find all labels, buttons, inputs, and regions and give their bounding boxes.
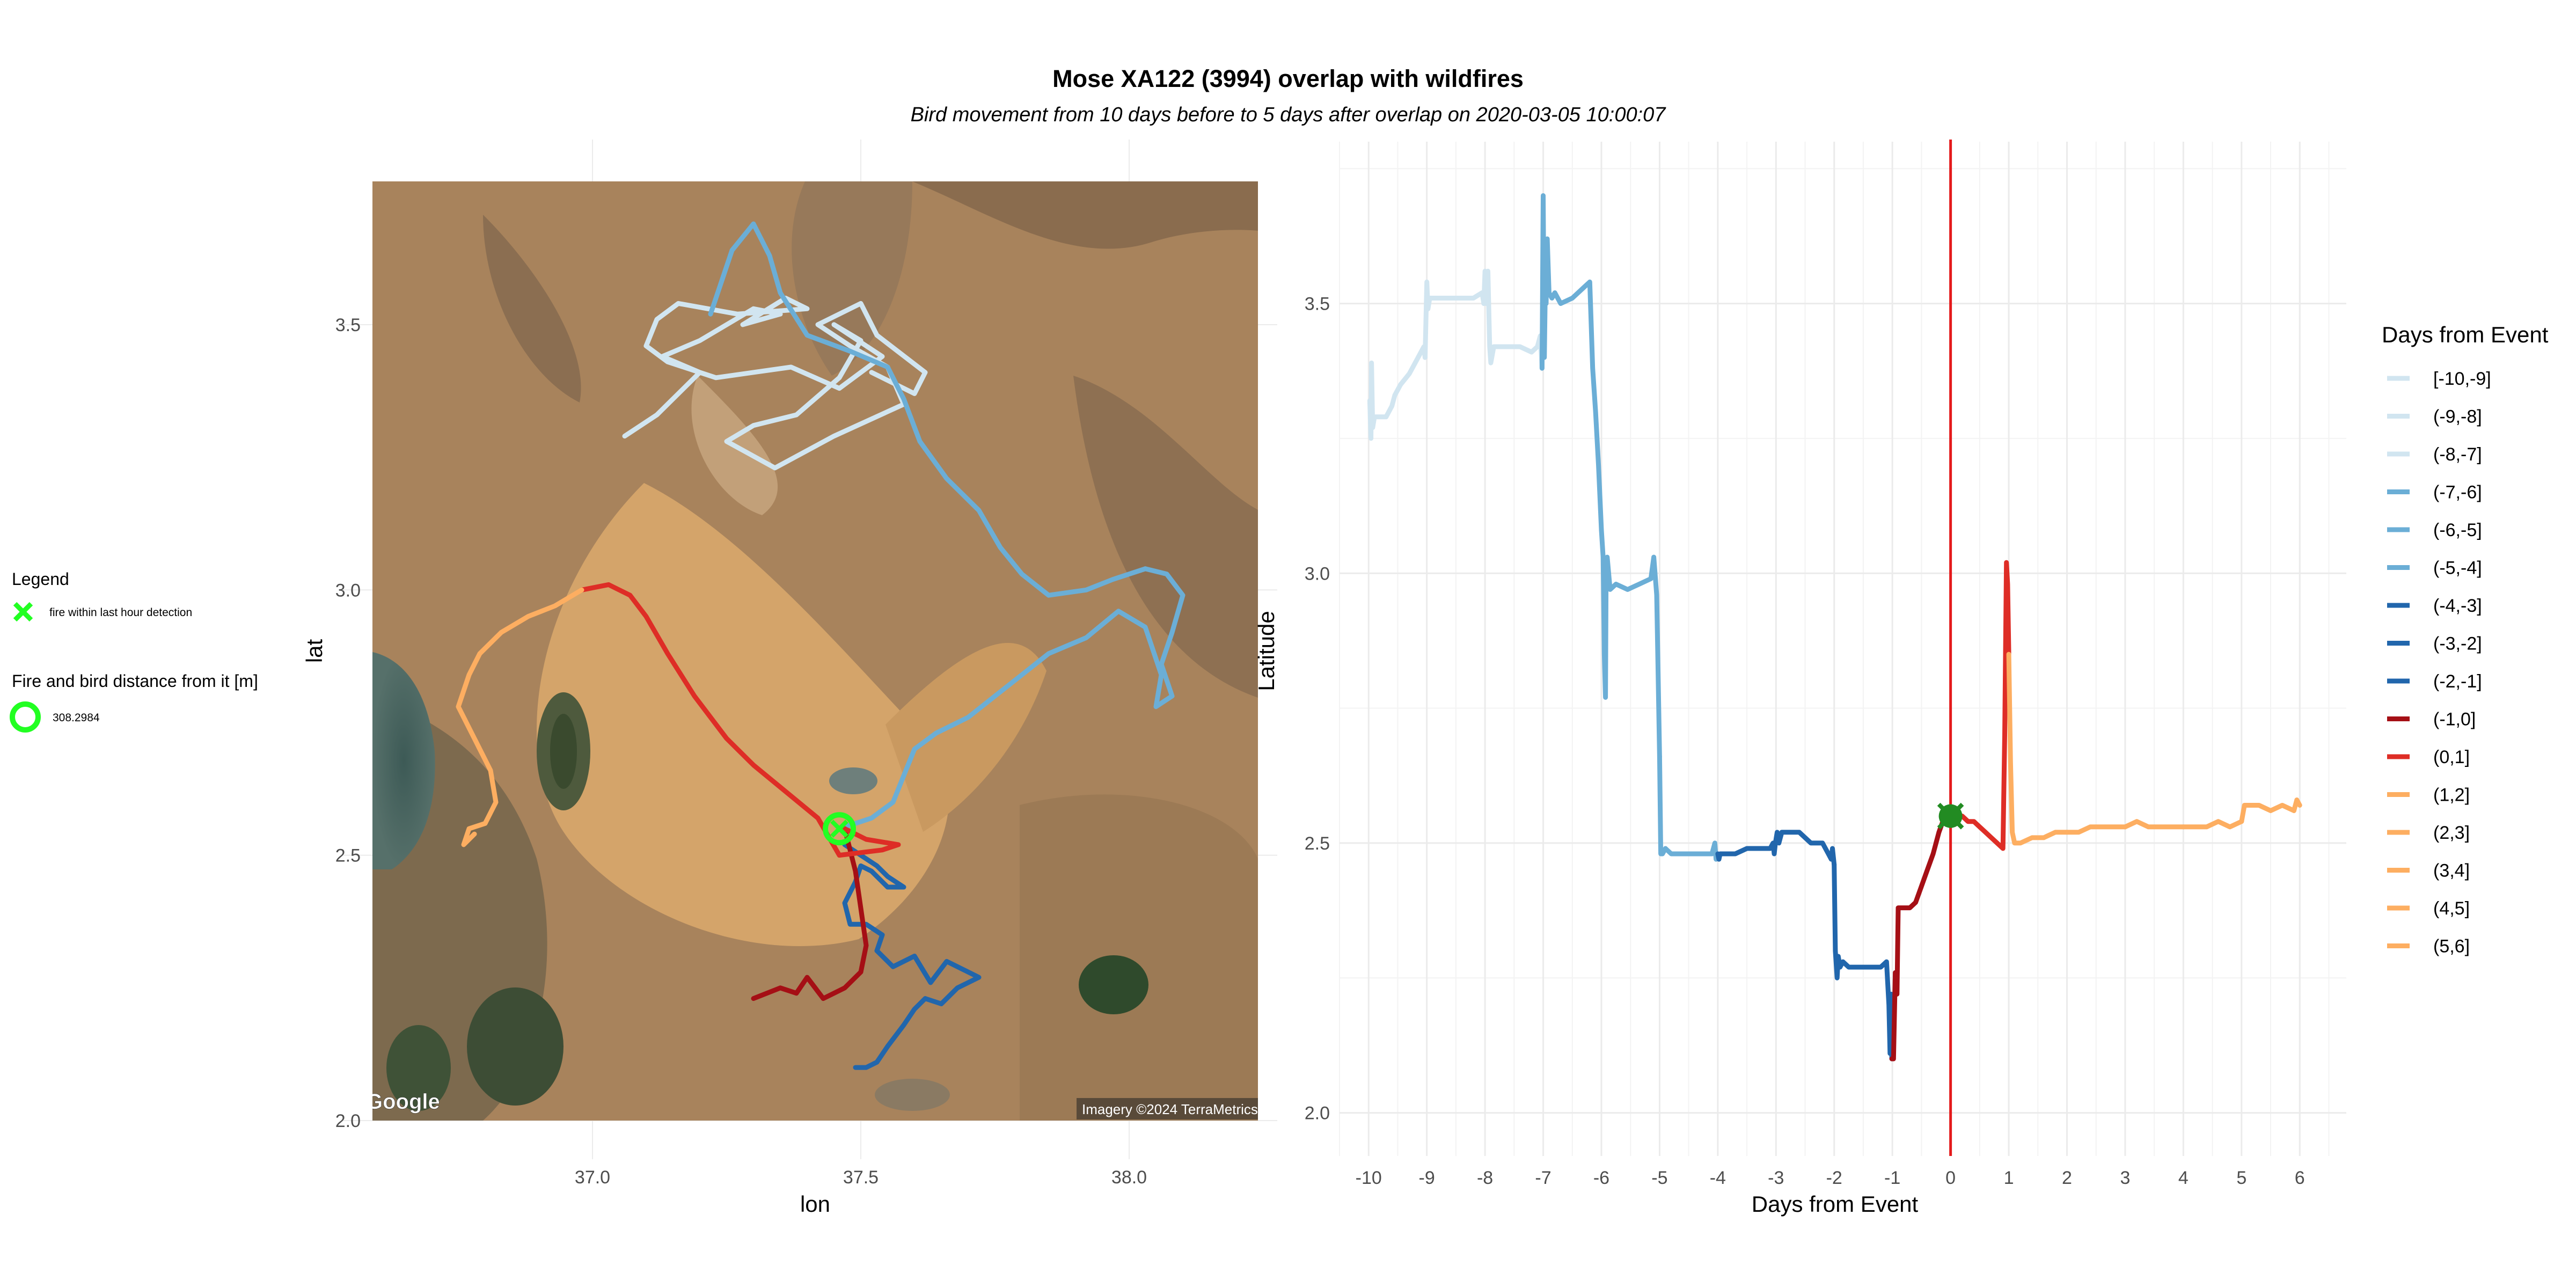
satellite-image (372, 181, 1258, 1121)
legend-item-label: (-6,-5] (2433, 520, 2482, 540)
right-legend-item: (-8,-7] (2387, 444, 2482, 465)
right-legend-item: [-10,-9] (2387, 369, 2491, 389)
legend-item-label: (-1,0] (2433, 709, 2476, 730)
right-legend-item: (1,2] (2387, 785, 2470, 806)
timeline-x-tick-label: -10 (1356, 1168, 1382, 1188)
timeline-x-tick-label: -4 (1710, 1168, 1726, 1188)
right-legend-item: (-4,-3] (2387, 596, 2482, 616)
timeline-x-tick-label: 3 (2120, 1168, 2130, 1188)
map-x-tick-label: 37.5 (843, 1167, 879, 1188)
right-legend-item: (3,4] (2387, 861, 2470, 881)
legend-item-label: (-5,-4] (2433, 558, 2482, 579)
legend-item-label: (-7,-6] (2433, 482, 2482, 503)
timeline-x-tick-label: -3 (1768, 1168, 1784, 1188)
legend-item-label: (-4,-3] (2433, 596, 2482, 616)
legend-title: Legend (12, 569, 69, 589)
timeline-x-tick-label: 5 (2236, 1168, 2246, 1188)
timeline-x-axis-label: Days from Event (1752, 1191, 1919, 1217)
map-y-axis-label: lat (302, 639, 327, 663)
timeline-y-axis-label: Latitude (1254, 611, 1279, 691)
timeline-x-tick-label: -9 (1419, 1168, 1435, 1188)
legend-item-label: (5,6] (2433, 936, 2470, 957)
legend-item-label: (-3,-2] (2433, 634, 2482, 654)
right-legend-item: (5,6] (2387, 936, 2470, 957)
timeline-panel: -10 -9 -8 -7 -6 -5 -4 -3 -2 -1 0 1 2 3 4 5 6 2.02.53.03.… (1254, 140, 2346, 1217)
map-x-axis-label: lon (800, 1191, 830, 1217)
legend-item-label: (-8,-7] (2433, 444, 2482, 465)
right-legend-item: (4,5] (2387, 898, 2470, 919)
map-y-tick-label: 3.5 (335, 315, 361, 335)
figure-subtitle: Bird movement from 10 days before to 5 d… (911, 104, 1667, 126)
legend-item-label: (4,5] (2433, 898, 2470, 919)
distance-legend-value: 308.2984 (53, 712, 100, 724)
timeline-track-3 (1539, 193, 1604, 533)
map-attribution: Imagery ©2024 TerraMetrics (1082, 1101, 1258, 1117)
map-y-tick-label: 3.0 (335, 580, 361, 601)
timeline-x-tick-label: -5 (1651, 1168, 1667, 1188)
timeline-x-tick-label: 1 (2004, 1168, 2014, 1188)
fire-marker-icon (13, 602, 33, 622)
legend-item-label: (3,4] (2433, 861, 2470, 881)
timeline-x-tick-label: 6 (2295, 1168, 2305, 1188)
google-logo: Google (366, 1090, 440, 1114)
distance-legend-title: Fire and bird distance from it [m] (12, 671, 258, 691)
right-legend-title: Days from Event (2382, 322, 2549, 347)
timeline-y-tick-label: 3.5 (1305, 294, 1330, 314)
timeline-x-tick-label: 2 (2062, 1168, 2072, 1188)
left-legend: Legend fire within last hour detection F… (10, 569, 258, 733)
map-y-tick-label: 2.0 (335, 1111, 361, 1131)
distance-circle-icon (10, 701, 41, 733)
timeline-x-tick-label: -6 (1593, 1168, 1609, 1188)
timeline-x-tick-label: -1 (1884, 1168, 1900, 1188)
timeline-x-tick-label: -2 (1826, 1168, 1842, 1188)
timeline-x-tick-label: 4 (2178, 1168, 2189, 1188)
right-legend-item: (2,3] (2387, 823, 2470, 843)
map-y-ticks: 2.0 2.5 3.0 3.5 (335, 315, 361, 1131)
timeline-y-tick-label: 2.5 (1305, 833, 1330, 854)
timeline-y-ticks: 2.0 2.5 3.0 3.5 (1305, 294, 1330, 1124)
legend-item-label: (0,1] (2433, 747, 2470, 767)
timeline-x-tick-label: 0 (1945, 1168, 1956, 1188)
timeline-y-tick-label: 3.0 (1305, 564, 1330, 584)
legend-item-label: (1,2] (2433, 785, 2470, 806)
right-legend-item: (0,1] (2387, 747, 2470, 767)
map-y-tick-label: 2.5 (335, 846, 361, 866)
fire-legend-label: fire within last hour detection (49, 606, 192, 619)
map-panel: Google Imagery ©2024 TerraMetrics 37.0 37… (302, 140, 1277, 1217)
right-legend-item: (-7,-6] (2387, 482, 2482, 503)
timeline-track-2 (1481, 268, 1545, 371)
right-legend-item: (-5,-4] (2387, 558, 2482, 579)
legend-item-label: (-2,-1] (2433, 671, 2482, 692)
right-legend: Days from Event [-10,-9] (-9,-8] (-8,-7] (-… (2382, 322, 2549, 957)
right-legend-item: (-2,-1] (2387, 671, 2482, 692)
map-x-tick-label: 38.0 (1111, 1167, 1147, 1188)
right-legend-item: (-3,-2] (2387, 634, 2482, 654)
timeline-x-tick-label: -8 (1477, 1168, 1493, 1188)
legend-item-label: (2,3] (2433, 823, 2470, 843)
legend-item-label: (-9,-8] (2433, 407, 2482, 427)
right-legend-item: (-9,-8] (2387, 407, 2482, 427)
right-legend-item: (-6,-5] (2387, 520, 2482, 540)
timeline-track-9 (1889, 808, 1952, 1062)
right-legend-item: (-1,0] (2387, 709, 2476, 730)
timeline-track-1 (1422, 279, 1487, 360)
map-x-tick-label: 37.0 (575, 1167, 610, 1188)
legend-item-label: [-10,-9] (2433, 369, 2491, 389)
event-marker (1937, 802, 1964, 830)
right-legend-items: [-10,-9] (-9,-8] (-8,-7] (-7,-6] (-6,-5] (-5,… (2387, 369, 2491, 957)
figure: Mose XA122 (3994) overlap with wildfires… (10, 65, 2549, 1217)
timeline-track-14 (2180, 819, 2244, 830)
timeline-x-ticks: -10 -9 -8 -7 -6 -5 -4 -3 -2 -1 0 1 2 3 4 5 6 (1356, 1168, 2305, 1188)
map-x-ticks: 37.0 37.5 38.0 (575, 1167, 1147, 1188)
timeline-x-tick-label: -7 (1535, 1168, 1551, 1188)
timeline-y-tick-label: 2.0 (1305, 1103, 1330, 1124)
figure-title: Mose XA122 (3994) overlap with wildfires (1052, 65, 1524, 92)
